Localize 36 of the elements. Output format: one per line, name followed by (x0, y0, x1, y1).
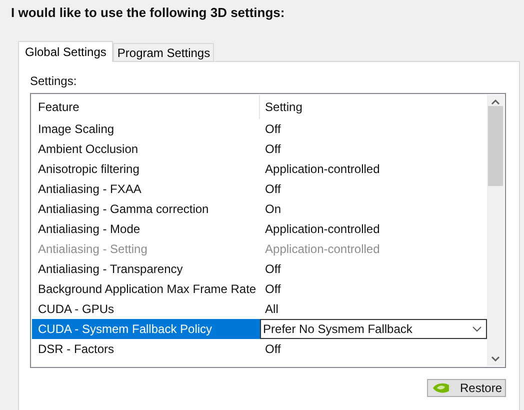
setting-cell-text: Application-controlled (264, 221, 381, 238)
setting-cell-text: All (264, 301, 280, 318)
setting-dropdown[interactable]: Prefer No Sysmem Fallback (260, 319, 488, 339)
scroll-thumb[interactable] (488, 106, 504, 186)
restore-button[interactable]: Restore (427, 379, 506, 397)
feature-cell[interactable]: Antialiasing - Transparency (32, 259, 260, 279)
tab[interactable]: Global Settings (18, 41, 114, 62)
feature-cell[interactable]: Antialiasing - Mode (32, 219, 260, 239)
setting-cell-text: Off (264, 121, 282, 138)
setting-cell-text: Off (264, 341, 282, 358)
scrollbar[interactable] (487, 95, 504, 366)
column-header[interactable]: Feature (32, 95, 260, 119)
setting-cell-text: Off (264, 261, 282, 278)
setting-cell-text: Off (264, 281, 282, 298)
column-header[interactable]: Setting (260, 95, 488, 119)
chevron-down-icon (472, 326, 482, 332)
setting-cell-text: On (264, 201, 282, 218)
scroll-up-icon[interactable] (491, 99, 500, 105)
setting-cell-text: Application-controlled (264, 161, 381, 178)
setting-cell-text: Off (264, 141, 282, 158)
feature-cell[interactable]: Anisotropic filtering (32, 159, 260, 179)
feature-cell[interactable]: CUDA - GPUs (32, 299, 260, 319)
feature-cell[interactable]: Antialiasing - Gamma correction (32, 199, 260, 219)
feature-cell[interactable]: Image Scaling (32, 119, 260, 139)
heading: I would like to use the following 3D settings: (10, 4, 286, 22)
settings-label: Settings: (30, 73, 78, 90)
feature-cell[interactable]: Antialiasing - FXAA (32, 179, 260, 199)
setting-cell-text: Off (264, 181, 282, 198)
eye-logo-icon (432, 382, 450, 394)
setting-cell-text: Application-controlled (264, 241, 381, 258)
feature-cell[interactable]: DSR - Factors (32, 339, 260, 359)
feature-cell[interactable]: Ambient Occlusion (32, 139, 260, 159)
tab[interactable]: Program Settings (113, 43, 214, 61)
feature-cell[interactable]: CUDA - Sysmem Fallback Policy (32, 319, 260, 339)
scroll-down-icon[interactable] (491, 356, 500, 362)
feature-cell[interactable]: Background Application Max Frame Rate (32, 279, 260, 299)
